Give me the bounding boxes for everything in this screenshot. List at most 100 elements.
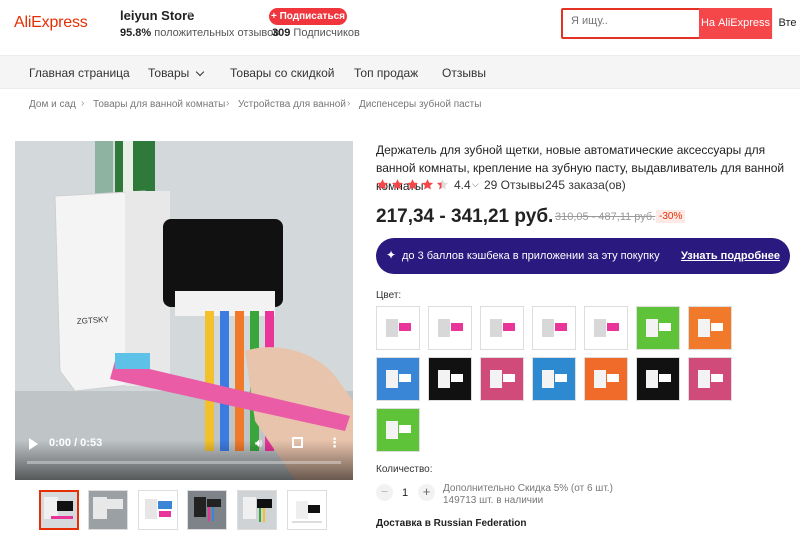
color-swatch[interactable] bbox=[428, 306, 472, 350]
color-swatch-image bbox=[689, 358, 731, 400]
color-swatch-image bbox=[377, 358, 419, 400]
play-icon[interactable] bbox=[29, 438, 38, 450]
color-swatch[interactable] bbox=[688, 357, 732, 401]
color-swatch-image bbox=[689, 307, 731, 349]
color-swatch[interactable] bbox=[376, 357, 420, 401]
thumbnail[interactable] bbox=[138, 490, 178, 530]
nav-item-sale[interactable]: Товары со скидкой bbox=[230, 66, 334, 80]
chevron-right-icon: › bbox=[226, 98, 230, 109]
thumbnail-image bbox=[238, 491, 276, 529]
subscribers: 309 Подписчиков bbox=[272, 27, 360, 39]
color-swatch[interactable] bbox=[480, 306, 524, 350]
breadcrumb-item[interactable]: Устройства для ванной bbox=[238, 99, 346, 110]
subscribe-button[interactable]: + Подписаться bbox=[269, 8, 347, 25]
header: AliExpress leiyun Store ▼ 95.8% положите… bbox=[0, 0, 800, 48]
thumbnail[interactable] bbox=[187, 490, 227, 530]
thumbnail-image bbox=[139, 491, 177, 529]
rating-value[interactable]: 4.4 bbox=[454, 178, 471, 192]
star-icon bbox=[406, 179, 419, 190]
video-progress-bar[interactable] bbox=[27, 461, 341, 464]
old-price: 310,05 - 487,11 руб. bbox=[555, 211, 656, 223]
color-swatch-image bbox=[377, 409, 419, 451]
star-icon bbox=[436, 179, 449, 190]
cashback-text: до 3 баллов кэшбека в приложении за эту … bbox=[402, 250, 660, 262]
quantity-decrease-button[interactable]: − bbox=[376, 484, 393, 501]
color-swatch[interactable] bbox=[376, 306, 420, 350]
search-store-button[interactable]: Вте bbox=[772, 8, 800, 39]
thumbnail[interactable] bbox=[287, 490, 327, 530]
star-icon bbox=[376, 179, 389, 190]
quantity-increase-button[interactable]: + bbox=[418, 484, 435, 501]
star-icon bbox=[421, 179, 434, 190]
color-swatch[interactable] bbox=[636, 306, 680, 350]
chevron-right-icon: › bbox=[347, 98, 351, 109]
thumbnail[interactable] bbox=[237, 490, 277, 530]
color-label: Цвет: bbox=[376, 290, 402, 301]
thumbnail-image bbox=[89, 491, 127, 529]
breadcrumb-item[interactable]: Диспенсеры зубной пасты bbox=[359, 99, 481, 110]
video-time: 0:00 / 0:53 bbox=[49, 437, 103, 449]
aliexpress-logo[interactable]: AliExpress bbox=[14, 14, 88, 32]
color-swatch[interactable] bbox=[480, 357, 524, 401]
nav-item-top-sales[interactable]: Топ продаж bbox=[354, 66, 418, 80]
color-swatch-image bbox=[481, 307, 523, 349]
more-options-icon[interactable]: ⋮ bbox=[328, 435, 341, 451]
thumbnail-image bbox=[188, 491, 226, 529]
nav-item-reviews[interactable]: Отзывы bbox=[442, 66, 486, 80]
product-video[interactable]: ZGTSKY 0:00 / 0:53 🔊︎ ⋮ bbox=[15, 141, 353, 480]
volume-icon[interactable]: 🔊︎ bbox=[255, 436, 263, 451]
chevron-down-icon[interactable]: ▼ bbox=[186, 10, 194, 19]
star-icon bbox=[391, 179, 404, 190]
quantity-label: Количество: bbox=[376, 464, 433, 475]
color-swatch-image bbox=[637, 358, 679, 400]
color-swatch[interactable] bbox=[376, 408, 420, 452]
stock-count: 149713 шт. в наличии bbox=[443, 495, 544, 506]
color-swatch[interactable] bbox=[532, 306, 576, 350]
quantity-value[interactable]: 1 bbox=[402, 487, 408, 499]
cashback-learn-more-link[interactable]: Узнать подробнее bbox=[681, 250, 780, 262]
store-rating: 95.8% положительных отзывов bbox=[120, 27, 279, 39]
cashback-banner[interactable]: ✦ до 3 баллов кэшбека в приложении за эт… bbox=[376, 238, 790, 274]
color-swatch-image bbox=[481, 358, 523, 400]
thumbnail[interactable] bbox=[88, 490, 128, 530]
color-swatch[interactable] bbox=[688, 306, 732, 350]
search-input[interactable] bbox=[571, 15, 691, 27]
color-swatch-image bbox=[429, 358, 471, 400]
color-swatch-image bbox=[377, 307, 419, 349]
chevron-down-icon bbox=[195, 67, 204, 77]
search-box: На AliExpress Вте bbox=[561, 8, 800, 39]
thumbnail-image bbox=[288, 491, 326, 529]
nav-item-home[interactable]: Главная страница bbox=[29, 66, 130, 80]
color-swatch[interactable] bbox=[532, 357, 576, 401]
color-swatch[interactable] bbox=[584, 306, 628, 350]
search-aliexpress-button[interactable]: На AliExpress bbox=[699, 8, 772, 39]
subscribers-label: Подписчиков bbox=[293, 27, 360, 39]
cashback-sparkle-icon: ✦ bbox=[386, 248, 397, 262]
store-rating-value: 95.8% bbox=[120, 27, 152, 39]
thumbnail[interactable] bbox=[39, 490, 79, 530]
nav-item-products[interactable]: Товары bbox=[148, 66, 204, 80]
breadcrumb-item[interactable]: Дом и сад bbox=[29, 99, 76, 110]
reviews-link[interactable]: 29 Отзывы bbox=[484, 178, 545, 192]
color-swatch-image bbox=[585, 307, 627, 349]
color-swatch-image bbox=[585, 358, 627, 400]
store-rating-label: положительных отзывов bbox=[154, 27, 280, 39]
color-swatch-image bbox=[533, 307, 575, 349]
color-swatch[interactable] bbox=[428, 357, 472, 401]
subscribers-count: 309 bbox=[272, 27, 291, 39]
chevron-down-icon[interactable]: ⌵ bbox=[472, 179, 479, 190]
quantity-discount-note: Дополнительно Скидка 5% (от 6 шт.) bbox=[443, 483, 613, 494]
price: 217,34 - 341,21 руб. bbox=[376, 206, 554, 227]
color-swatch-image bbox=[533, 358, 575, 400]
thumbnail-image bbox=[41, 492, 77, 528]
nav-item-products-label: Товары bbox=[148, 66, 190, 80]
color-swatch[interactable] bbox=[584, 357, 628, 401]
delivery-info[interactable]: Доставка в Russian Federation bbox=[376, 518, 526, 529]
color-swatch-image bbox=[429, 307, 471, 349]
store-nav: Главная страница Товары Товары со скидко… bbox=[0, 55, 800, 89]
orders-count: 245 заказа(ов) bbox=[545, 178, 626, 192]
color-swatch[interactable] bbox=[636, 357, 680, 401]
store-name[interactable]: leiyun Store bbox=[120, 8, 194, 23]
breadcrumb-item[interactable]: Товары для ванной комнаты bbox=[93, 99, 225, 110]
fullscreen-icon[interactable] bbox=[292, 437, 303, 448]
